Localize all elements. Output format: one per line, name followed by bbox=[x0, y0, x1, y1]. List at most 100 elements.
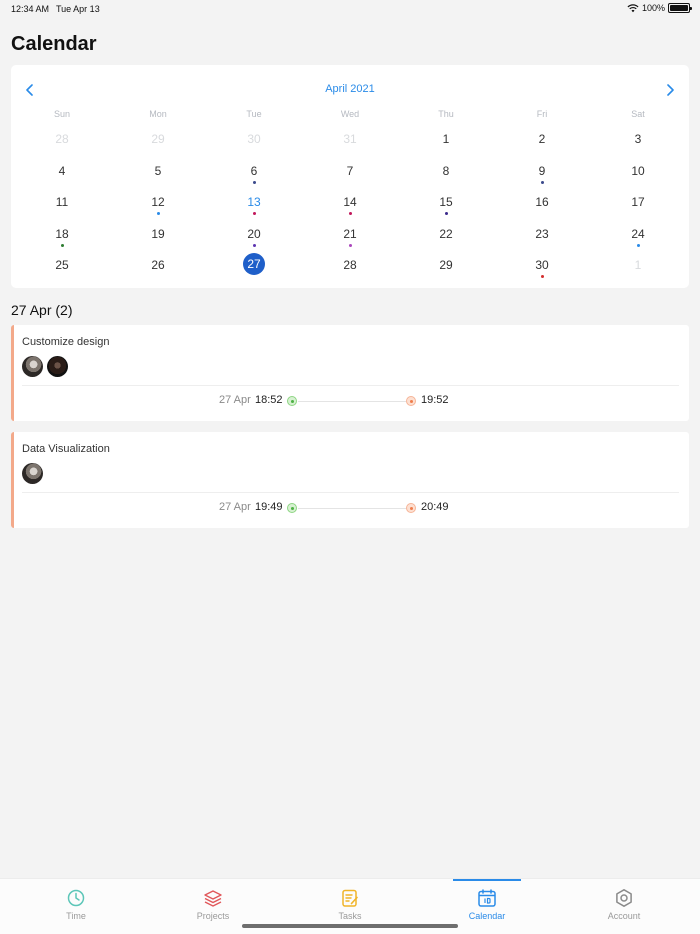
end-marker-icon bbox=[406, 396, 416, 406]
day-number: 11 bbox=[55, 195, 69, 209]
assignee-avatars bbox=[22, 356, 68, 377]
selected-date-title: 27 Apr (2) bbox=[11, 302, 73, 318]
day-cell[interactable]: 25 bbox=[14, 249, 110, 281]
day-number: 1 bbox=[442, 132, 450, 146]
day-number: 8 bbox=[442, 163, 450, 178]
day-number: 29 bbox=[439, 258, 453, 272]
day-cell: 28 bbox=[14, 123, 110, 155]
day-number: 19 bbox=[151, 226, 165, 241]
weekday-header: Sun Mon Tue Wed Thu Fri Sat bbox=[14, 109, 686, 119]
day-cell[interactable]: 17 bbox=[590, 186, 686, 218]
task-card[interactable]: Customize design 27 Apr 18:52 19:52 bbox=[11, 325, 689, 421]
day-number: 25 bbox=[55, 258, 69, 272]
day-cell[interactable]: 24 bbox=[590, 218, 686, 250]
start-time: 19:49 bbox=[255, 501, 283, 513]
day-cell[interactable]: 22 bbox=[398, 218, 494, 250]
day-number: 26 bbox=[151, 258, 165, 272]
day-cell[interactable]: 11 bbox=[14, 186, 110, 218]
weekday-label: Mon bbox=[149, 109, 167, 119]
next-month-button[interactable] bbox=[661, 81, 679, 99]
clock-icon bbox=[67, 889, 85, 907]
day-cell[interactable]: 19 bbox=[110, 218, 206, 250]
day-cell[interactable]: 29 bbox=[398, 249, 494, 281]
day-number: 24 bbox=[631, 226, 645, 241]
day-cell[interactable]: 2 bbox=[494, 123, 590, 155]
day-cell[interactable]: 26 bbox=[110, 249, 206, 281]
assignee-avatars bbox=[22, 463, 43, 484]
weekday-label: Tue bbox=[246, 109, 262, 119]
task-card[interactable]: Data Visualization 27 Apr 19:49 20:49 bbox=[11, 432, 689, 528]
day-cell[interactable]: 12 bbox=[110, 186, 206, 218]
day-cell[interactable]: 16 bbox=[494, 186, 590, 218]
day-cell[interactable]: 7 bbox=[302, 155, 398, 187]
avatar bbox=[22, 356, 43, 377]
time-row: 27 Apr 19:49 20:49 bbox=[14, 501, 689, 515]
weekday-label: Sat bbox=[631, 109, 645, 119]
day-cell-today[interactable]: 13 bbox=[206, 186, 302, 218]
day-cell[interactable]: 14 bbox=[302, 186, 398, 218]
day-cell[interactable]: 21 bbox=[302, 218, 398, 250]
avatar bbox=[47, 356, 68, 377]
event-dot bbox=[60, 243, 64, 247]
tab-account[interactable]: Account bbox=[564, 879, 684, 934]
tab-label: Projects bbox=[196, 911, 230, 921]
day-cell: 1 bbox=[590, 249, 686, 281]
event-dot bbox=[540, 180, 544, 184]
tab-label: Account bbox=[607, 911, 641, 921]
day-number: 4 bbox=[58, 163, 66, 178]
wifi-icon bbox=[627, 3, 639, 12]
day-number: 14 bbox=[343, 195, 357, 209]
calendar-card: April 2021 Sun Mon Tue Wed Thu Fri Sat 28 29 30 3… bbox=[11, 65, 689, 288]
day-cell[interactable]: 10 bbox=[590, 155, 686, 187]
status-indicators: 100% bbox=[627, 3, 692, 13]
tab-time[interactable]: Time bbox=[16, 879, 136, 934]
status-time: 12:34 AM bbox=[11, 4, 50, 14]
day-number: 6 bbox=[250, 163, 258, 178]
start-marker-icon bbox=[287, 503, 297, 513]
event-dot bbox=[636, 243, 640, 247]
day-number: 27 bbox=[247, 257, 261, 271]
day-cell[interactable]: 1 bbox=[398, 123, 494, 155]
event-dot bbox=[348, 212, 352, 215]
day-cell: 31 bbox=[302, 123, 398, 155]
day-cell: 29 bbox=[110, 123, 206, 155]
tab-label: Tasks bbox=[338, 911, 362, 921]
weekday-label: Sun bbox=[53, 109, 70, 119]
day-cell[interactable]: 20 bbox=[206, 218, 302, 250]
day-cell[interactable]: 28 bbox=[302, 249, 398, 281]
home-indicator bbox=[242, 924, 458, 928]
day-cell-selected[interactable]: 27 bbox=[206, 249, 302, 281]
day-cell[interactable]: 5 bbox=[110, 155, 206, 187]
avatar bbox=[22, 463, 43, 484]
days-grid: 28 29 30 31 1 2 3 4 5 6 7 8 9 10 11 12 13 14 15 16 17 18 19 20 2… bbox=[14, 123, 686, 281]
day-cell[interactable]: 23 bbox=[494, 218, 590, 250]
gear-icon bbox=[616, 889, 632, 907]
day-cell[interactable]: 4 bbox=[14, 155, 110, 187]
day-cell[interactable]: 15 bbox=[398, 186, 494, 218]
day-number: 28 bbox=[343, 258, 357, 272]
day-cell[interactable]: 6 bbox=[206, 155, 302, 187]
day-cell[interactable]: 18 bbox=[14, 218, 110, 250]
tab-label: Calendar bbox=[468, 911, 506, 921]
day-cell[interactable]: 8 bbox=[398, 155, 494, 187]
day-number: 22 bbox=[439, 226, 453, 241]
weekday-label: Fri bbox=[536, 109, 548, 119]
day-cell[interactable]: 3 bbox=[590, 123, 686, 155]
battery-percent: 100% bbox=[641, 3, 665, 13]
day-number: 29 bbox=[151, 132, 165, 146]
status-date: Tue Apr 13 bbox=[56, 4, 100, 14]
day-number: 15 bbox=[439, 195, 453, 209]
battery-icon bbox=[668, 3, 692, 13]
start-date: 27 Apr bbox=[219, 501, 251, 513]
event-dot bbox=[252, 180, 256, 184]
month-label: April 2021 bbox=[325, 83, 375, 95]
day-number: 30 bbox=[247, 132, 261, 146]
status-bar: 12:34 AM Tue Apr 13 100% bbox=[0, 0, 700, 18]
notepad-icon bbox=[342, 889, 358, 907]
day-cell[interactable]: 30 bbox=[494, 249, 590, 281]
day-number: 30 bbox=[535, 258, 549, 272]
day-cell[interactable]: 9 bbox=[494, 155, 590, 187]
day-number: 12 bbox=[151, 195, 165, 209]
day-number: 31 bbox=[343, 132, 357, 146]
weekday-label: Wed bbox=[340, 109, 360, 119]
